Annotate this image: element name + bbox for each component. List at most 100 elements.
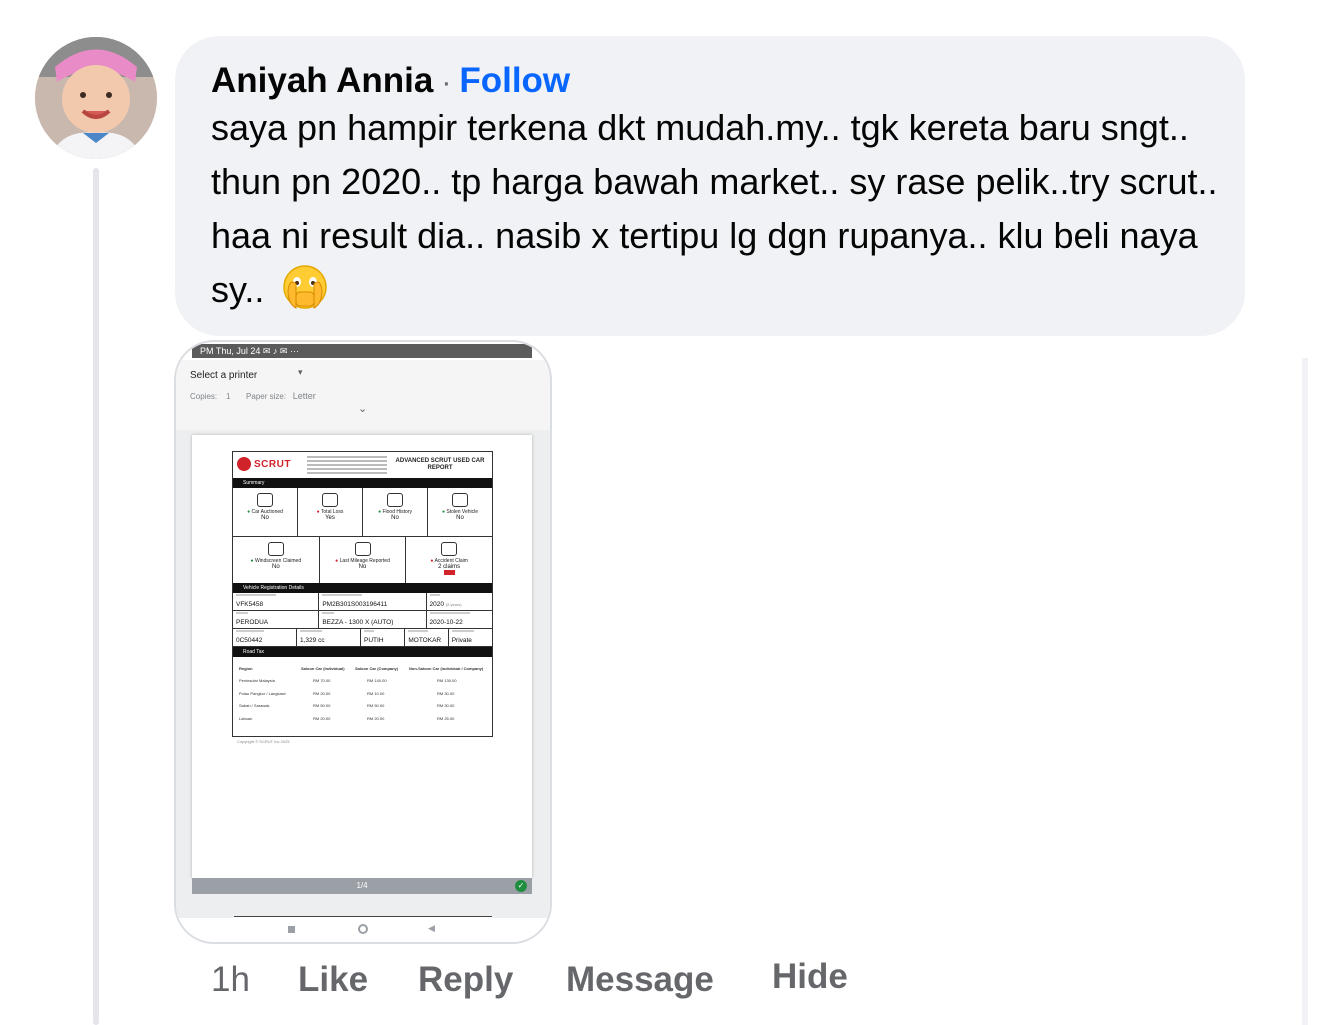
author-name[interactable]: Aniyah Annia	[211, 61, 433, 100]
follow-button[interactable]: Follow	[459, 61, 570, 100]
table-cell: RM 20.00	[367, 715, 385, 721]
paper-size-label: Paper size:	[246, 392, 287, 401]
check-total-loss: ● Total Loss Yes	[298, 488, 363, 536]
back-icon: ◀	[428, 923, 435, 933]
attachment-screenshot[interactable]: PM Thu, Jul 24 ✉ ♪ ✉ ··· Select a printe…	[174, 340, 552, 944]
table-cell: RM 20.00	[313, 715, 331, 721]
hide-button[interactable]: Hide	[772, 957, 848, 997]
status-badge	[443, 570, 455, 575]
comment-time: 1h	[211, 960, 250, 999]
registration-band: Vehicle Registration Details	[233, 583, 492, 593]
recents-icon	[288, 926, 295, 933]
thread-line	[93, 168, 99, 1025]
table-row: Sabah / Sarawak RM 50.00 RM 50.00 RM 30.…	[233, 700, 492, 713]
table-cell: Labuan	[239, 715, 253, 721]
report-header: SCRUT ADVANCED SCRUT USED CAR REPORT	[233, 452, 492, 479]
check-mileage: ● Last Mileage Reported No	[320, 537, 407, 583]
phone-status-bar: PM Thu, Jul 24 ✉ ♪ ✉ ···	[192, 344, 532, 358]
report-copyright: Copyright © SCRUT Inc 2025	[237, 739, 290, 744]
reply-button[interactable]: Reply	[418, 960, 513, 1000]
separator-dot: ·	[441, 66, 452, 99]
check-car-auctioned: ● Car Auctioned No	[233, 488, 298, 536]
reg-row-2: PERODUA BEZZA - 1300 X (AUTO) 2020-10-22	[233, 611, 492, 629]
colour-cell: PUTIH	[361, 629, 406, 646]
check-value: Yes	[325, 515, 335, 521]
reg-number: VFK5458	[236, 601, 264, 608]
engine-capacity: 1,329 cc	[300, 637, 325, 644]
model-cell: BEZZA - 1300 X (AUTO)	[319, 611, 427, 628]
table-cell: RM 130.00	[437, 678, 457, 684]
table-row: Peninsular Malaysia RM 70.00 RM 140.00 R…	[233, 675, 492, 688]
comment-text: saya pn hampir terkena dkt mudah.my.. tg…	[211, 101, 1221, 317]
page-indicator-bar: 1/4 ✓	[192, 878, 532, 894]
table-cell: RM 20.00	[313, 690, 331, 696]
auction-icon	[257, 493, 273, 507]
windscreen-icon	[267, 542, 284, 556]
scroll-track	[1302, 358, 1308, 1025]
report-brand: SCRUT	[254, 459, 291, 470]
check-value: No	[391, 515, 399, 521]
print-settings-panel: Select a printer ▾ Copies: 1 Paper size:…	[176, 360, 550, 431]
table-cell: RM 70.00	[313, 678, 331, 684]
column-header: Saloon Car (Company)	[355, 665, 399, 671]
odometer-icon	[354, 542, 371, 556]
road-tax-table: Region Saloon Car (Individual) Saloon Ca…	[233, 662, 492, 725]
reg-number-cell: VFK5458	[233, 593, 320, 610]
table-cell: RM 10.00	[367, 690, 385, 696]
check-value: No	[272, 564, 280, 570]
summary-band: Summary	[233, 478, 492, 488]
column-header: Non-Saloon Car (Individual / Company)	[409, 665, 484, 671]
table-cell: RM 25.00	[437, 715, 455, 721]
home-icon	[358, 924, 368, 934]
scrut-report: SCRUT ADVANCED SCRUT USED CAR REPORT Sum…	[232, 451, 493, 737]
usage-cell: Private	[449, 629, 492, 646]
message-button[interactable]: Message	[566, 960, 714, 1000]
flood-icon	[387, 493, 403, 507]
reg-row-3: 0C50442 1,329 cc PUTIH MOTOKAR Private	[233, 629, 492, 647]
check-value: No	[456, 515, 464, 521]
table-cell: Peninsular Malaysia	[239, 678, 275, 684]
table-cell: RM 30.00	[437, 690, 455, 696]
table-cell: Sabah / Sarawak	[239, 703, 270, 709]
android-nav-bar: ◀	[176, 918, 550, 942]
avatar[interactable]	[35, 37, 157, 159]
road-tax-band: Road Tax	[233, 647, 492, 657]
face-with-open-eyes-and-hand-over-mouth-icon	[283, 265, 328, 309]
comment-header: Aniyah Annia · Follow	[211, 58, 570, 106]
crash-icon	[322, 493, 338, 507]
report-meta	[307, 456, 387, 476]
scrut-logo-icon	[237, 457, 251, 471]
chassis-cell: PM2B301S003196411	[319, 593, 427, 610]
copies-value: 1	[226, 392, 231, 401]
vehicle-type: MOTOKAR	[408, 637, 442, 644]
check-icon: ✓	[515, 880, 527, 892]
vehicle-usage: Private	[451, 637, 472, 644]
baby-avatar-icon	[35, 37, 157, 159]
engine-cell: 0C50442	[233, 629, 298, 646]
engine-number: 0C50442	[236, 637, 263, 644]
chassis-number: PM2B301S003196411	[322, 601, 388, 608]
table-row: Labuan RM 20.00 RM 20.00 RM 25.00	[233, 712, 492, 725]
page-indicator: 1/4	[356, 881, 368, 890]
check-flood-history: ● Flood History No	[363, 488, 428, 536]
checks-row-1: ● Car Auctioned No ● Total Loss Yes ● Floo…	[233, 488, 492, 537]
vehicle-model: BEZZA - 1300 X (AUTO)	[322, 619, 394, 626]
print-options: Copies: 1 Paper size: Letter	[190, 391, 316, 401]
like-button[interactable]: Like	[298, 960, 368, 1000]
type-cell: MOTOKAR	[405, 629, 449, 646]
copies-label: Copies:	[190, 392, 218, 401]
reg-date-cell: 2020-10-22	[427, 611, 492, 628]
make-cell: PERODUA	[233, 611, 320, 628]
check-value: No	[358, 564, 367, 570]
year-cell: 2020 (5 years)	[427, 593, 492, 610]
report-title: ADVANCED SCRUT USED CAR REPORT	[395, 458, 485, 471]
accident-icon	[441, 542, 458, 556]
column-header: Saloon Car (Individual)	[301, 665, 345, 671]
check-accident: ● Accident Claim 2 claims	[406, 537, 492, 583]
check-value: No	[261, 515, 269, 521]
table-cell: RM 30.00	[437, 703, 455, 709]
reg-row-1: VFK5458 PM2B301S003196411 2020 (5 years)	[233, 593, 492, 611]
chevron-down-icon: ⌄	[358, 403, 368, 415]
table-header: Region Saloon Car (Individual) Saloon Ca…	[233, 662, 492, 675]
table-cell: RM 50.00	[313, 703, 331, 709]
